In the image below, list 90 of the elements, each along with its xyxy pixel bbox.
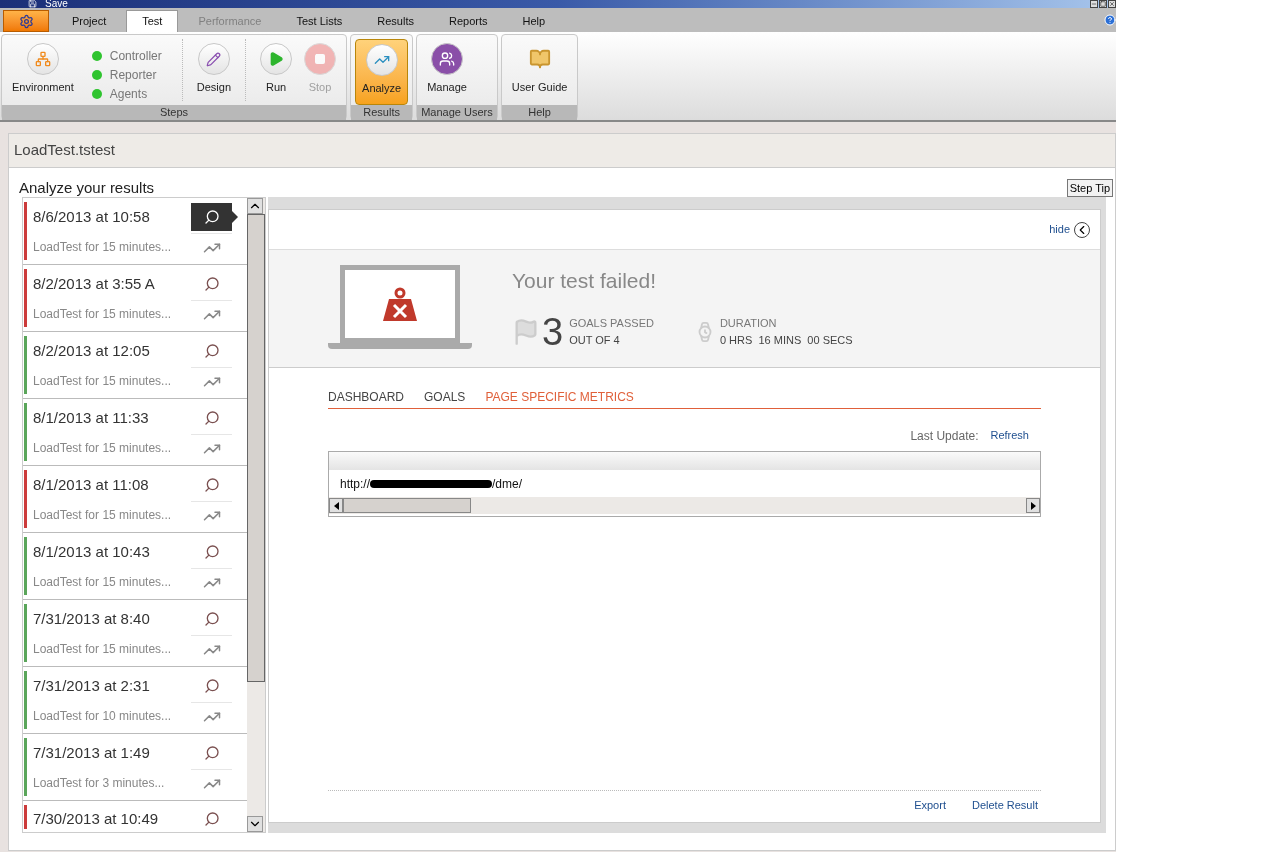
duration-label: DURATION [719,316,778,331]
result-date: 8/2/2013 at 12:05 [33,340,151,361]
result-date: 7/31/2013 at 8:40 [33,608,151,629]
result-summary: LoadTest for 15 minutes... [33,574,173,591]
goals-sub: OUT OF 4 [569,332,621,348]
result-date: 8/1/2013 at 11:08 [33,474,150,495]
app-menu-button[interactable] [3,10,49,32]
result-date: 7/30/2013 at 10:49 [33,808,160,829]
network-icon [34,51,51,67]
result-date: 8/6/2013 at 10:58 [33,206,151,227]
search-icon [203,343,220,359]
book-icon [528,48,551,70]
detail-tab[interactable]: DASHBOARD [328,388,404,406]
scroll-down-icon[interactable] [247,816,263,832]
ribbon-group-label: Manage Users [417,105,497,120]
goals-count: 3 [542,314,564,349]
ribbon-button[interactable]: User Guide [505,39,574,105]
close-icon[interactable] [1108,0,1116,8]
result-date: 8/1/2013 at 11:33 [33,407,150,428]
result-summary: LoadTest for 15 minutes... [33,306,173,323]
ribbon-button[interactable]: Manage [421,39,473,105]
minimize-icon[interactable] [1090,0,1098,8]
status-label: Controller [109,48,162,65]
result-date: 7/31/2013 at 1:49 [33,742,151,763]
menu-tab[interactable]: Reports [433,10,503,32]
quick-access-label: Save [45,0,68,8]
search-icon [203,745,220,761]
pencil-icon [206,51,222,67]
save-icon [28,0,37,8]
status-label: Reporter [109,67,157,84]
result-date: 8/1/2013 at 10:43 [33,541,151,562]
hide-link[interactable]: hide [1049,221,1070,238]
menu-tab[interactable]: Project [57,10,122,32]
ribbon-button[interactable]: Run [254,39,299,105]
result-summary: LoadTest for 10 minutes... [33,708,173,725]
scroll-up-icon[interactable] [247,198,263,214]
section-heading: Analyze your results [19,177,155,198]
menu-tab[interactable]: Results [362,10,429,32]
result-date: 8/2/2013 at 3:55 A [33,273,156,294]
result-summary: LoadTest for 15 minutes... [33,440,173,457]
test-status: Your test failed! [512,268,657,294]
scrollbar[interactable] [247,198,265,832]
menu-tab[interactable]: Help [507,10,561,32]
ribbon-button[interactable]: Environment [6,39,80,105]
search-icon [203,477,220,493]
refresh-link[interactable]: Refresh [990,427,1029,445]
goals-label: GOALS PASSED [569,316,654,331]
pointer-arrow [232,211,238,223]
gear-icon [18,13,34,29]
ribbon-button[interactable]: Design [190,39,238,105]
search-icon [203,209,220,225]
step-tip-button[interactable]: Step Tip [1066,179,1113,197]
result-summary: LoadTest for 15 minutes... [33,507,173,524]
view-button[interactable] [191,203,232,231]
search-icon [203,678,220,694]
status-label: Agents [109,86,148,103]
scroll-left-icon[interactable] [329,498,343,513]
result-summary: LoadTest for 3 minutes... [33,775,166,792]
result-summary: LoadTest for 15 minutes... [33,373,173,390]
duration-value: 0 HRS 16 MINS 00 SECS [719,332,853,348]
stop-icon [314,53,327,65]
ribbon-group-label: Help [501,105,578,120]
footer-link[interactable]: Delete Result [971,797,1038,814]
users-icon [439,51,456,67]
horizontal-scrollbar[interactable] [329,497,1040,514]
scroll-right-icon[interactable] [1026,498,1040,513]
ribbon-group-label: Steps [2,105,347,120]
url-suffix: /dme/ [492,475,523,493]
search-icon [203,410,220,426]
result-item[interactable]: 7/30/2013 at 10:49 [23,801,247,833]
search-icon [203,544,220,560]
search-icon [203,611,220,627]
detail-tab[interactable]: PAGE SPECIFIC METRICS [485,388,634,406]
result-date: 7/31/2013 at 2:31 [33,675,151,696]
menu-tab[interactable]: Test [126,10,179,32]
footer-link[interactable]: Export [914,797,946,814]
ribbon-group-label: Results [351,105,413,120]
search-icon [203,811,220,827]
play-icon [268,51,285,67]
result-item[interactable]: 8/6/2013 at 10:58 LoadTest for 15 minutes... [23,198,247,265]
document-title: LoadTest.tstest [14,140,115,161]
detail-tab[interactable]: GOALS [424,388,466,406]
result-summary: LoadTest for 15 minutes... [33,239,173,256]
ribbon-button[interactable]: Analyze [355,39,409,105]
search-icon [203,276,220,292]
result-summary: LoadTest for 15 minutes... [33,641,173,658]
help-icon[interactable] [1104,14,1116,26]
last-update-label: Last Update: [910,428,979,445]
url-prefix: http:// [340,475,371,493]
menu-tab[interactable]: Test Lists [281,10,358,32]
